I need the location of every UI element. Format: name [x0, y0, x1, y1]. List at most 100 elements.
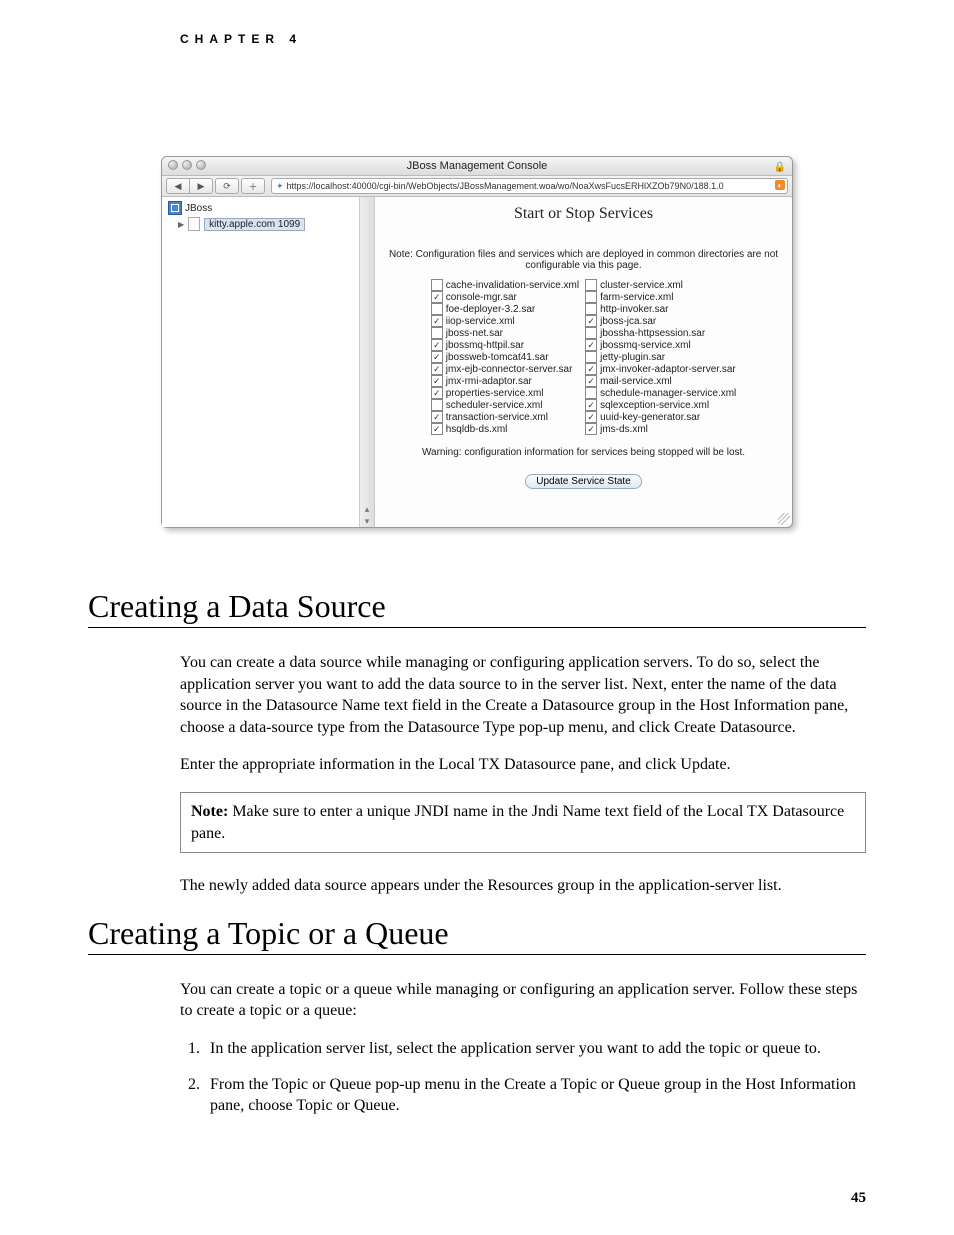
service-item: ✓sqlexception-service.xml: [585, 399, 736, 411]
window-title: JBoss Management Console: [407, 160, 548, 172]
service-item: ✓uuid-key-generator.sar: [585, 411, 736, 423]
service-checkbox[interactable]: [431, 279, 443, 291]
sidebar-scrollbar[interactable]: ▴ ▾: [359, 197, 374, 527]
content-pane: Start or Stop Services Note: Configurati…: [375, 197, 792, 527]
service-label: jmx-rmi-adaptor.sar: [446, 376, 532, 387]
service-checkbox[interactable]: ✓: [585, 375, 597, 387]
service-label: cluster-service.xml: [600, 280, 683, 291]
service-checkbox[interactable]: ✓: [585, 339, 597, 351]
service-checkbox[interactable]: ✓: [431, 351, 443, 363]
service-label: jmx-ejb-connector-server.sar: [446, 364, 573, 375]
service-checkbox[interactable]: ✓: [585, 423, 597, 435]
browser-toolbar: ◀ ▶ ⟳ ＋ ✦ https://localhost:40000/cgi-bi…: [162, 176, 792, 197]
service-checkbox[interactable]: ✓: [431, 315, 443, 327]
service-item: ✓jbossmq-service.xml: [585, 339, 736, 351]
service-item: ✓jmx-rmi-adaptor.sar: [431, 375, 579, 387]
traffic-lights[interactable]: [168, 160, 206, 170]
note-box: Note: Make sure to enter a unique JNDI n…: [180, 792, 866, 853]
service-checkbox[interactable]: [585, 303, 597, 315]
service-label: properties-service.xml: [446, 388, 544, 399]
section-heading-data-source: Creating a Data Source: [88, 588, 866, 625]
service-label: schedule-manager-service.xml: [600, 388, 736, 399]
service-item: ✓jbossweb-tomcat41.sar: [431, 351, 579, 363]
service-label: jbossmq-httpil.sar: [446, 340, 524, 351]
body-paragraph: Enter the appropriate information in the…: [180, 754, 866, 776]
note-body: Make sure to enter a unique JNDI name in…: [191, 803, 844, 842]
service-item: ✓jboss-jca.sar: [585, 315, 736, 327]
service-checkbox[interactable]: ✓: [431, 291, 443, 303]
services-grid: cache-invalidation-service.xmlcluster-se…: [431, 279, 737, 435]
service-item: cluster-service.xml: [585, 279, 736, 291]
body-paragraph: You can create a data source while manag…: [180, 652, 866, 738]
service-checkbox[interactable]: [585, 291, 597, 303]
service-checkbox[interactable]: [585, 279, 597, 291]
running-head: CHAPTER 4: [180, 32, 866, 46]
page-number: 45: [851, 1190, 866, 1207]
service-checkbox[interactable]: ✓: [431, 387, 443, 399]
service-checkbox[interactable]: ✓: [431, 423, 443, 435]
service-label: jboss-jca.sar: [600, 316, 656, 327]
window-titlebar: JBoss Management Console 🔒: [162, 157, 792, 176]
service-label: hsqldb-ds.xml: [446, 424, 508, 435]
service-label: console-mgr.sar: [446, 292, 517, 303]
service-checkbox[interactable]: [585, 387, 597, 399]
body-paragraph: The newly added data source appears unde…: [180, 875, 866, 897]
service-label: jbossmq-service.xml: [600, 340, 691, 351]
service-item: schedule-manager-service.xml: [585, 387, 736, 399]
service-label: sqlexception-service.xml: [600, 400, 709, 411]
server-icon: [188, 217, 200, 231]
section-rule: [88, 627, 866, 628]
add-button[interactable]: ＋: [241, 178, 265, 194]
service-item: ✓jmx-ejb-connector-server.sar: [431, 363, 579, 375]
service-checkbox[interactable]: [585, 351, 597, 363]
embedded-screenshot: JBoss Management Console 🔒 ◀ ▶ ⟳ ＋ ✦ htt…: [161, 156, 793, 528]
service-item: ✓jmx-invoker-adaptor-server.sar: [585, 363, 736, 375]
body-paragraph: You can create a topic or a queue while …: [180, 979, 866, 1022]
favicon-icon: ✦: [276, 181, 284, 192]
service-label: uuid-key-generator.sar: [600, 412, 700, 423]
service-checkbox[interactable]: [431, 303, 443, 315]
rss-icon[interactable]: ◐: [775, 180, 785, 190]
tree-root[interactable]: JBoss: [168, 201, 368, 215]
service-checkbox[interactable]: ✓: [431, 411, 443, 423]
service-checkbox[interactable]: [585, 327, 597, 339]
jboss-icon: [168, 201, 182, 215]
update-service-state-button[interactable]: Update Service State: [525, 474, 642, 489]
service-label: jetty-plugin.sar: [600, 352, 665, 363]
service-checkbox[interactable]: [431, 399, 443, 411]
lock-icon: 🔒: [774, 159, 786, 177]
scroll-down-icon[interactable]: ▾: [360, 515, 374, 527]
service-label: farm-service.xml: [600, 292, 673, 303]
service-item: ✓properties-service.xml: [431, 387, 579, 399]
service-checkbox[interactable]: ✓: [585, 399, 597, 411]
disclosure-triangle-icon[interactable]: ▶: [178, 220, 184, 229]
service-item: jboss-net.sar: [431, 327, 579, 339]
service-item: http-invoker.sar: [585, 303, 736, 315]
service-checkbox[interactable]: ✓: [431, 339, 443, 351]
service-item: jbossha-httpsession.sar: [585, 327, 736, 339]
service-item: ✓hsqldb-ds.xml: [431, 423, 579, 435]
service-checkbox[interactable]: ✓: [585, 315, 597, 327]
service-checkbox[interactable]: [431, 327, 443, 339]
back-button[interactable]: ◀: [166, 178, 190, 194]
tree-node[interactable]: ▶ kitty.apple.com 1099: [178, 217, 368, 231]
scroll-up-icon[interactable]: ▴: [360, 503, 374, 515]
service-item: foe-deployer-3.2.sar: [431, 303, 579, 315]
service-checkbox[interactable]: ✓: [431, 375, 443, 387]
reload-button[interactable]: ⟳: [215, 178, 239, 194]
service-checkbox[interactable]: ✓: [431, 363, 443, 375]
resize-handle-icon[interactable]: [778, 513, 790, 525]
service-item: ✓mail-service.xml: [585, 375, 736, 387]
url-text: https://localhost:40000/cgi-bin/WebObjec…: [287, 181, 724, 191]
section-heading-topic-queue: Creating a Topic or a Queue: [88, 915, 866, 952]
service-checkbox[interactable]: ✓: [585, 363, 597, 375]
content-title: Start or Stop Services: [385, 205, 782, 223]
forward-button[interactable]: ▶: [190, 178, 213, 194]
service-item: jetty-plugin.sar: [585, 351, 736, 363]
tree-root-label: JBoss: [185, 203, 212, 214]
list-item: In the application server list, select t…: [204, 1038, 866, 1060]
service-item: farm-service.xml: [585, 291, 736, 303]
service-label: scheduler-service.xml: [446, 400, 543, 411]
service-checkbox[interactable]: ✓: [585, 411, 597, 423]
url-bar[interactable]: ✦ https://localhost:40000/cgi-bin/WebObj…: [271, 178, 788, 194]
